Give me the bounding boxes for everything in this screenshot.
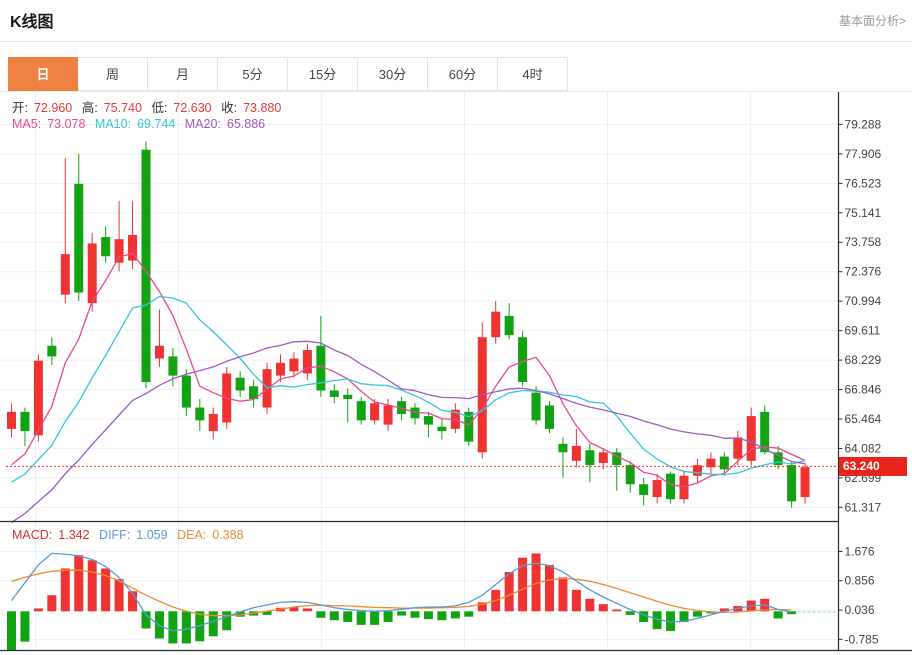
fundamental-analysis-link[interactable]: 基本面分析>: [839, 12, 906, 29]
svg-text:69.611: 69.611: [845, 324, 881, 338]
svg-text:68.229: 68.229: [845, 353, 882, 367]
diff-value: 1.059: [136, 528, 167, 542]
tab-5min[interactable]: 5分: [218, 57, 288, 91]
svg-text:0.036: 0.036: [845, 603, 875, 617]
close-label: 收:: [221, 101, 237, 115]
ma20-label: MA20:: [185, 117, 221, 131]
high-value: 75.740: [104, 101, 142, 115]
ma5-label: MA5:: [12, 117, 41, 131]
svg-text:76.523: 76.523: [845, 176, 882, 190]
macd-label: MACD:: [12, 528, 52, 542]
ma10-label: MA10:: [95, 117, 131, 131]
svg-text:70.994: 70.994: [845, 294, 882, 308]
tab-week[interactable]: 周: [78, 57, 148, 91]
svg-text:72.376: 72.376: [845, 265, 882, 279]
svg-text:73.758: 73.758: [845, 235, 882, 249]
svg-text:79.288: 79.288: [845, 117, 882, 131]
tab-30min[interactable]: 30分: [358, 57, 428, 91]
tab-4hour[interactable]: 4时: [498, 57, 568, 91]
svg-text:61.317: 61.317: [845, 500, 882, 514]
ma5-value: 73.078: [47, 117, 85, 131]
header-divider: [0, 41, 912, 42]
svg-text:64.082: 64.082: [845, 441, 882, 455]
high-label: 高:: [82, 101, 98, 115]
svg-text:1.676: 1.676: [845, 544, 875, 558]
svg-text:66.846: 66.846: [845, 383, 882, 397]
tab-month[interactable]: 月: [148, 57, 218, 91]
macd-readout: MACD: 1.342 DIFF: 1.059 DEA: 0.388: [12, 528, 250, 542]
low-label: 低:: [151, 101, 167, 115]
svg-text:0.856: 0.856: [845, 574, 875, 588]
ma20-value: 65.886: [227, 117, 265, 131]
macd-value: 1.342: [58, 528, 89, 542]
svg-text:-0.785: -0.785: [845, 632, 879, 646]
open-value: 72.960: [34, 101, 72, 115]
svg-text:65.464: 65.464: [845, 412, 882, 426]
tab-day[interactable]: 日: [8, 57, 78, 91]
ma-readout: MA5: 73.078 MA10: 69.744 MA20: 65.886: [12, 117, 271, 131]
diff-label: DIFF:: [99, 528, 130, 542]
svg-text:77.906: 77.906: [845, 147, 882, 161]
low-value: 72.630: [173, 101, 211, 115]
ma10-value: 69.744: [137, 117, 175, 131]
last-price-badge: 63.240: [839, 457, 907, 476]
close-value: 73.880: [243, 101, 281, 115]
tab-15min[interactable]: 15分: [288, 57, 358, 91]
ohlc-readout: 开: 72.960 高: 75.740 低: 72.630 收: 73.880: [12, 97, 287, 116]
page-title: K线图: [10, 8, 54, 32]
open-label: 开:: [12, 101, 28, 115]
interval-tabs: 日 周 月 5分 15分 30分 60分 4时: [8, 57, 568, 91]
tab-60min[interactable]: 60分: [428, 57, 498, 91]
dea-value: 0.388: [212, 528, 243, 542]
candlestick-chart[interactable]: 79.288 77.906 76.523 75.141 73.758 72.376 70.9…: [0, 92, 912, 655]
dea-label: DEA:: [177, 528, 206, 542]
svg-text:75.141: 75.141: [845, 206, 882, 220]
kline-page: K线图 基本面分析> 日 周 月 5分 15分 30分 60分 4时 79.28…: [0, 0, 912, 655]
